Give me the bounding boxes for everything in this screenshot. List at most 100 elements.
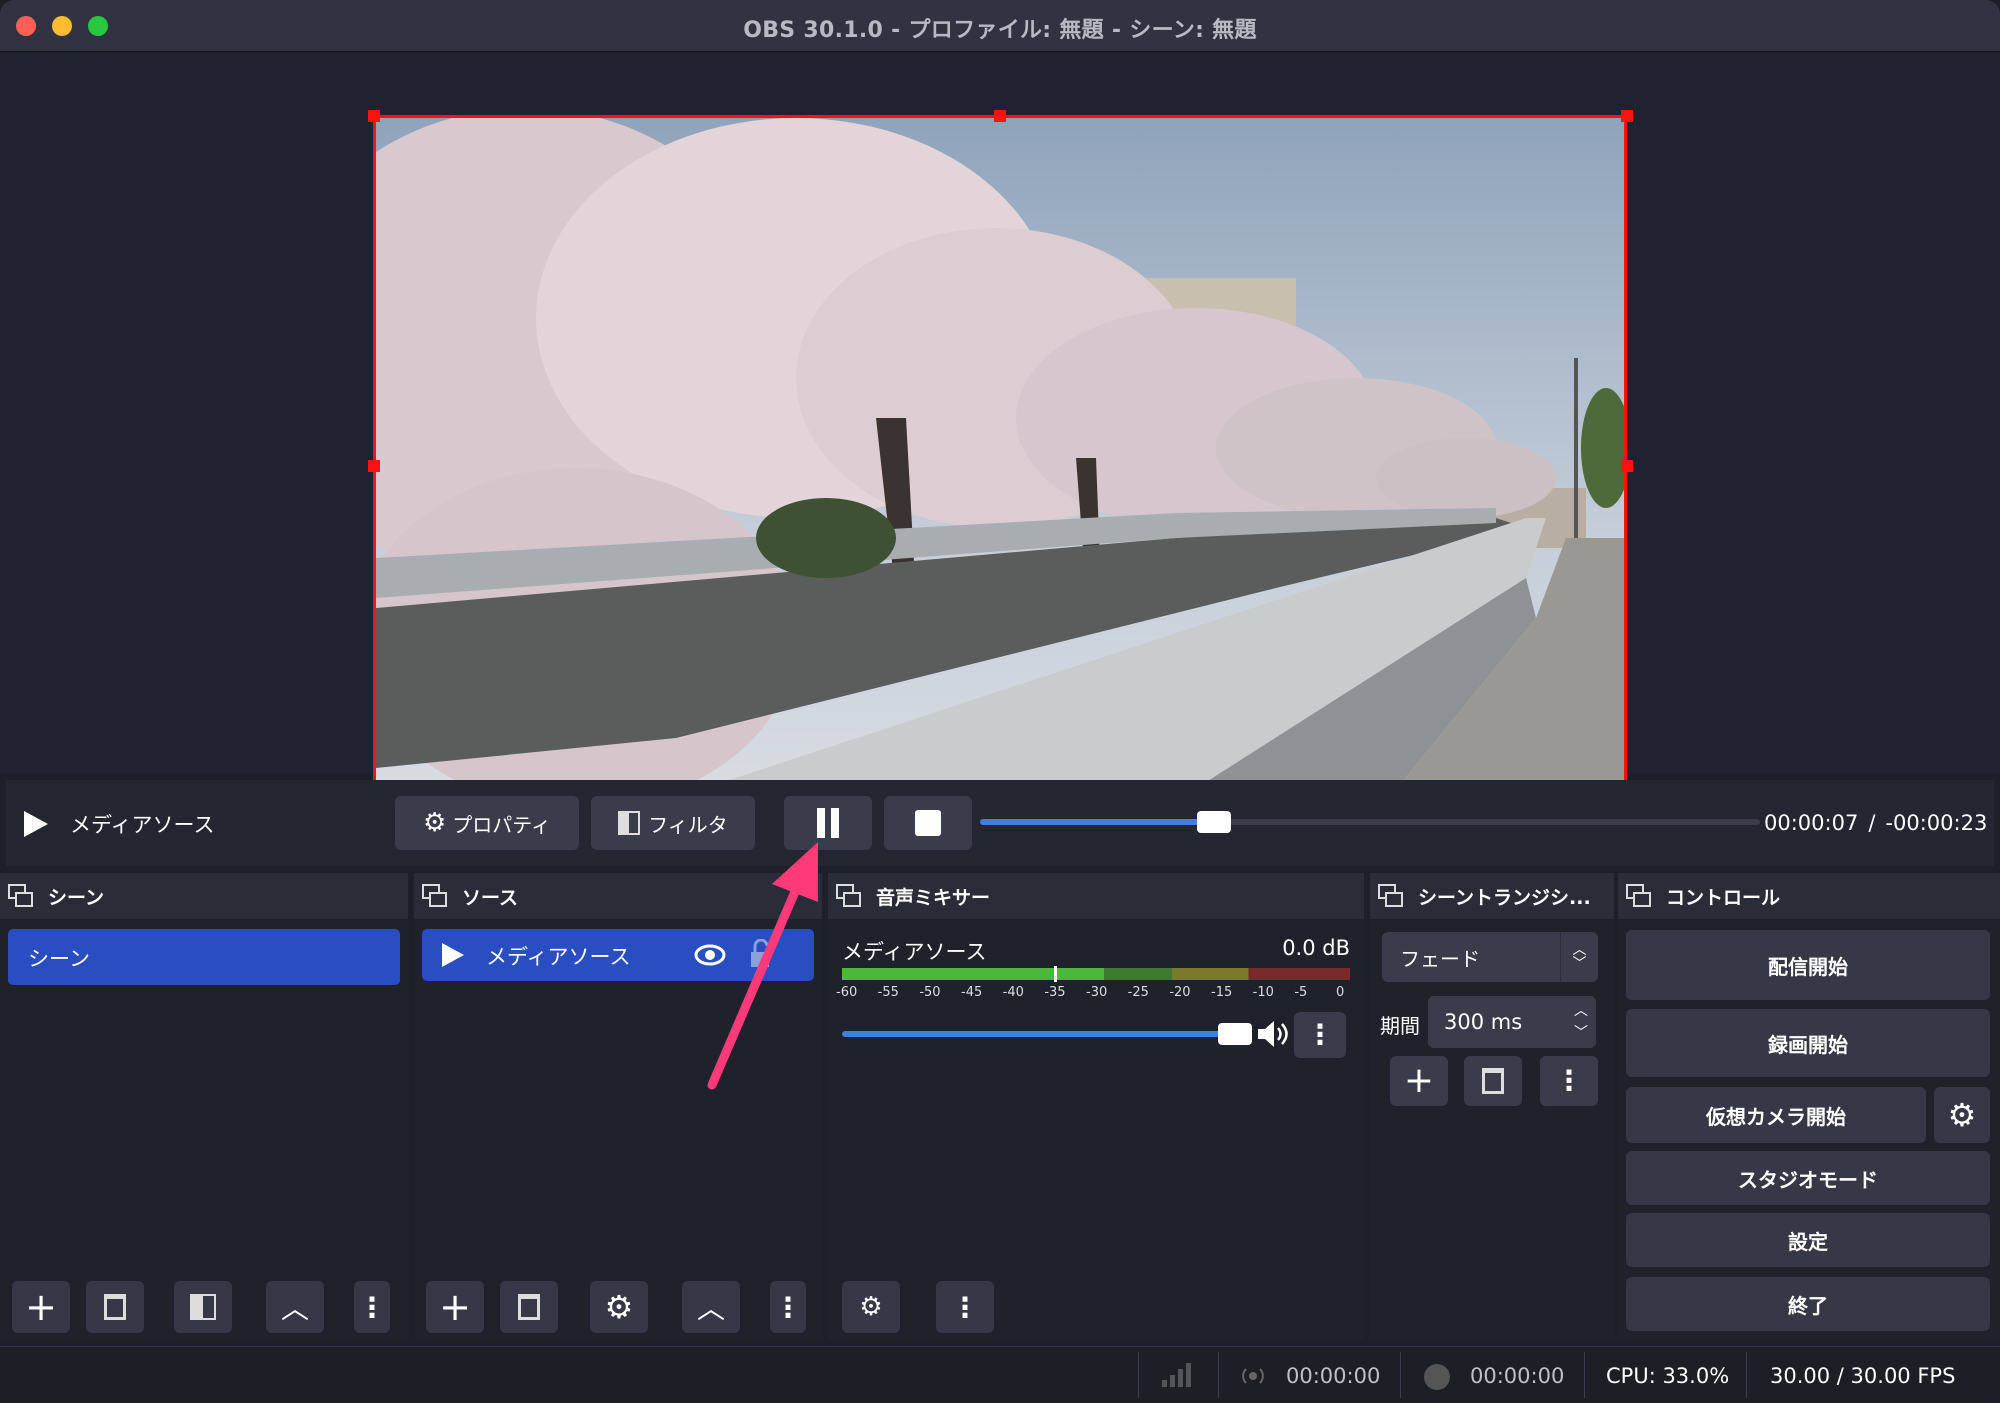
start-streaming-button[interactable]: 配信開始 (1626, 930, 1990, 1000)
controls-panel-header: コントロール (1618, 873, 2000, 919)
studio-mode-button[interactable]: スタジオモード (1626, 1151, 1990, 1205)
dock-icon[interactable] (8, 884, 34, 908)
resize-handle-l[interactable] (368, 460, 380, 472)
audio-meter-peak (1054, 966, 1057, 982)
add-transition-button[interactable]: + (1390, 1056, 1448, 1106)
virtual-camera-settings-button[interactable]: ⚙ (1934, 1087, 1990, 1143)
divider (1400, 1352, 1401, 1398)
mixer-channel-menu-button[interactable]: ⋮ (1294, 1012, 1346, 1058)
plus-icon: + (439, 1285, 471, 1329)
move-scene-up-button[interactable]: ︿ (266, 1281, 324, 1333)
resize-handle-tr[interactable] (1621, 110, 1633, 122)
resize-handle-tl[interactable] (368, 110, 380, 122)
gear-icon: ⚙ (1947, 1096, 1977, 1134)
scenes-panel: シーン シーン (0, 873, 408, 1339)
obs-window: OBS 30.1.0 - プロファイル: 無題 - シーン: 無題 メディアソー… (0, 0, 2000, 1403)
meter-scale-label: -20 (1169, 985, 1191, 1000)
meter-scale-label: -60 (836, 985, 858, 1000)
move-source-up-button[interactable]: ︿ (682, 1281, 740, 1333)
scenes-panel-header: シーン (0, 873, 408, 919)
list-item[interactable]: シーン (8, 929, 400, 985)
start-recording-button[interactable]: 録画開始 (1626, 1009, 1990, 1077)
remove-scene-button[interactable] (86, 1281, 144, 1333)
dock-icon[interactable] (1378, 884, 1404, 908)
more-vertical-icon: ⋮ (358, 1290, 386, 1324)
meter-scale-label: -5 (1294, 985, 1308, 1000)
advanced-audio-properties-button[interactable]: ⚙ (842, 1281, 900, 1333)
properties-button[interactable]: ⚙ プロパティ (395, 796, 579, 850)
more-vertical-icon: ⋮ (1555, 1064, 1583, 1097)
volume-slider[interactable] (842, 1023, 1252, 1045)
gear-icon: ⚙ (422, 808, 447, 838)
pause-icon (817, 808, 839, 838)
fps-counter: 30.00 / 30.00 FPS (1770, 1364, 1956, 1388)
plus-icon: + (25, 1285, 57, 1329)
mixer-body (828, 919, 1364, 1339)
meter-scale-label: -50 (919, 985, 941, 1000)
meter-scale-label: -40 (1002, 985, 1024, 1000)
signal-bars-icon (1162, 1363, 1191, 1387)
sources-panel-title: ソース (462, 886, 519, 909)
divider (1138, 1352, 1139, 1398)
source-properties-button[interactable]: ⚙ (590, 1281, 648, 1333)
annotation-arrow (707, 842, 818, 1090)
seek-bar-fill (980, 819, 1214, 825)
divider (1584, 1352, 1585, 1398)
resize-handle-r[interactable] (1621, 460, 1633, 472)
cherry-blossom-scene (376, 118, 1624, 814)
record-time: 00:00:00 (1470, 1364, 1565, 1388)
title-bar: OBS 30.1.0 - プロファイル: 無題 - シーン: 無題 (0, 0, 2000, 52)
preview-area[interactable] (0, 53, 2000, 823)
trash-icon (518, 1294, 540, 1320)
source-menu-button[interactable]: ⋮ (770, 1281, 806, 1333)
cpu-usage: CPU: 33.0% (1606, 1364, 1730, 1388)
transitions-body (1370, 919, 1614, 1339)
updown-chevron-icon: ︿ ﹀ (1560, 932, 1598, 982)
trash-icon (1482, 1068, 1504, 1094)
stop-icon (915, 810, 941, 836)
duration-spinbox[interactable]: 300 ms ︿ ﹀ (1428, 996, 1596, 1048)
record-icon (1424, 1364, 1450, 1390)
media-preview-image[interactable] (373, 115, 1627, 817)
add-source-button[interactable]: + (426, 1281, 484, 1333)
audio-mixer-panel-title: 音声ミキサー (876, 886, 991, 909)
gear-icon: ⚙ (604, 1288, 634, 1326)
stop-button[interactable] (884, 796, 972, 850)
meter-scale-label: -15 (1211, 985, 1233, 1000)
volume-slider-handle[interactable] (1218, 1023, 1252, 1045)
spin-arrows-icon: ︿ ﹀ (1574, 1003, 1588, 1041)
stream-time: 00:00:00 (1286, 1364, 1381, 1388)
remove-source-button[interactable] (500, 1281, 558, 1333)
time-separator: / (1868, 811, 1876, 835)
remove-transition-button[interactable] (1464, 1056, 1522, 1106)
controls-panel-title: コントロール (1666, 886, 1781, 909)
settings-button[interactable]: 設定 (1626, 1213, 1990, 1267)
scenes-list: シーン (0, 919, 408, 1339)
audio-mixer-panel-header: 音声ミキサー (828, 873, 1364, 919)
dock-icon[interactable] (422, 884, 448, 908)
chevron-up-icon: ︿ (696, 1292, 725, 1325)
seek-handle[interactable] (1197, 811, 1231, 833)
mixer-menu-button[interactable]: ⋮ (936, 1281, 994, 1333)
meter-scale-label: -55 (877, 985, 899, 1000)
media-time: 00:00:07 / -00:00:23 (1764, 811, 1987, 835)
scene-filters-button[interactable] (174, 1281, 232, 1333)
exit-button[interactable]: 終了 (1626, 1277, 1990, 1331)
seek-bar[interactable] (980, 811, 1760, 833)
transition-select[interactable]: フェード ︿ ﹀ (1382, 932, 1598, 982)
filter-icon (618, 811, 641, 835)
window-title: OBS 30.1.0 - プロファイル: 無題 - シーン: 無題 (743, 18, 1257, 43)
transition-menu-button[interactable]: ⋮ (1540, 1056, 1598, 1106)
resize-handle-t[interactable] (994, 110, 1006, 122)
speaker-icon[interactable] (1256, 1018, 1292, 1050)
start-virtual-camera-button[interactable]: 仮想カメラ開始 (1626, 1087, 1926, 1143)
add-scene-button[interactable]: + (12, 1281, 70, 1333)
dock-icon[interactable] (836, 884, 862, 908)
chevron-up-icon: ︿ (280, 1292, 309, 1325)
scene-menu-button[interactable]: ⋮ (354, 1281, 390, 1333)
audio-meter-level (842, 968, 1104, 980)
gears-icon: ⚙ (859, 1292, 883, 1322)
dock-icon[interactable] (1626, 884, 1652, 908)
trash-icon (104, 1294, 126, 1320)
broadcast-icon (1242, 1368, 1264, 1384)
